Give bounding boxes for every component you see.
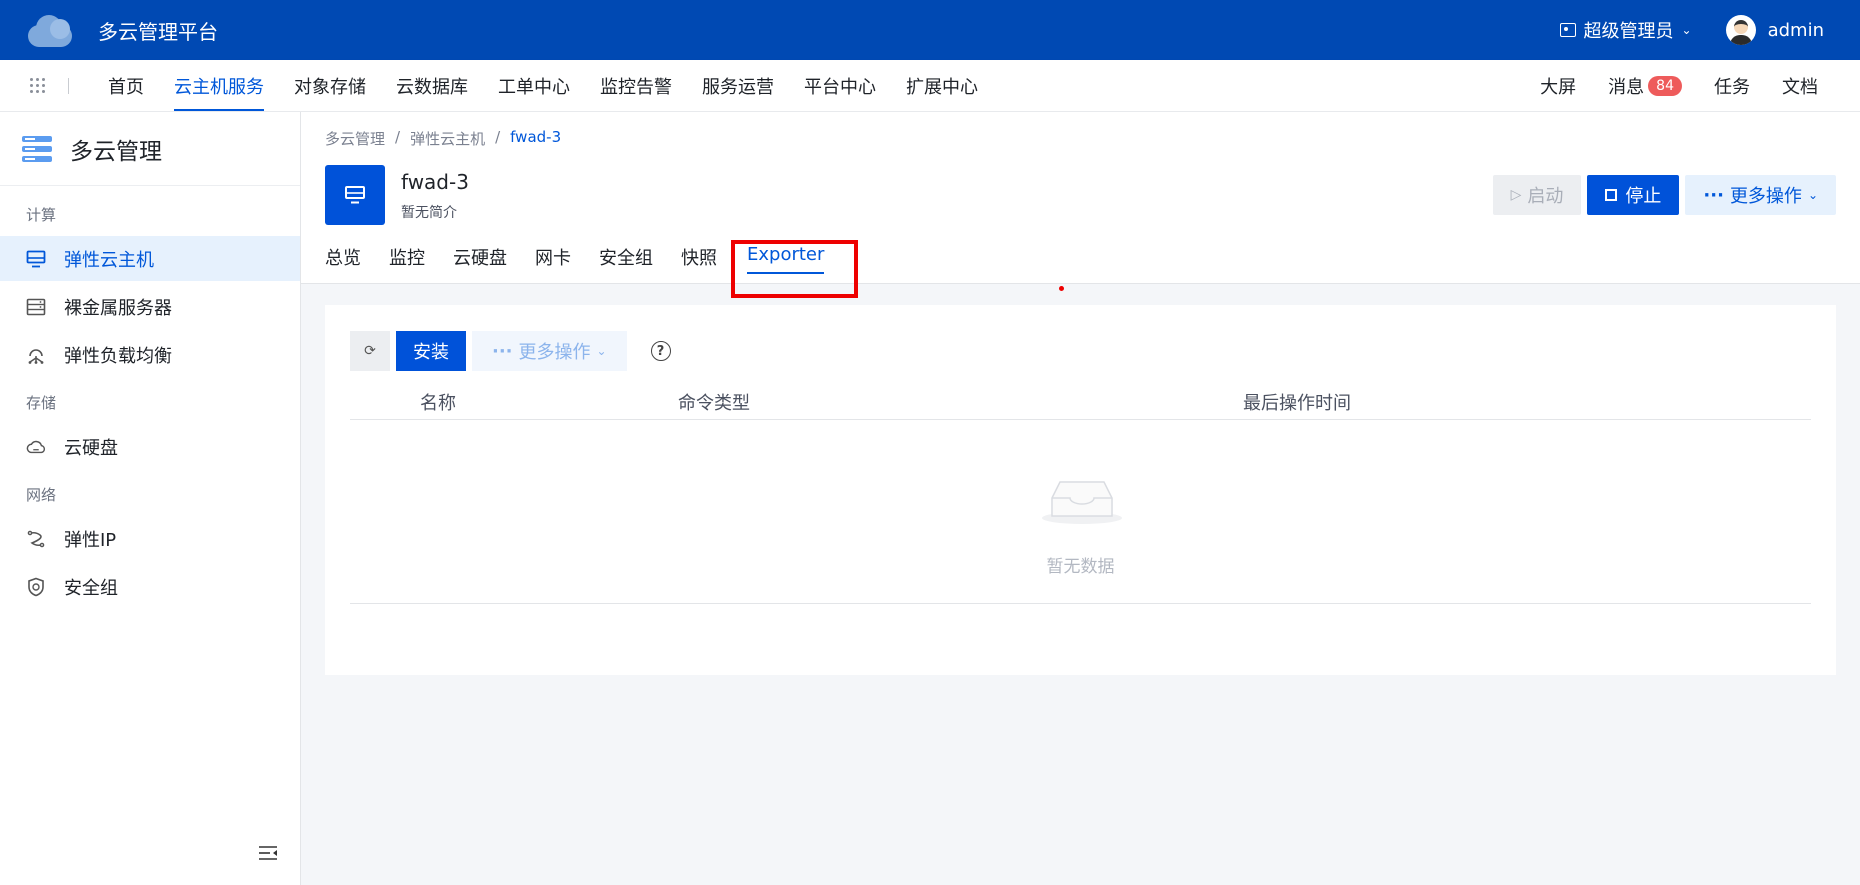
- elastic-ip-icon: [26, 529, 46, 549]
- app-title: 多云管理平台: [98, 19, 218, 44]
- role-label: 超级管理员: [1583, 21, 1674, 42]
- empty-text: 暂无数据: [1046, 557, 1115, 577]
- install-button[interactable]: 安装: [396, 331, 466, 371]
- stop-label: 停止: [1625, 186, 1662, 207]
- sidebar-item-label: 安全组: [64, 577, 118, 599]
- empty-inbox-icon: [1042, 481, 1122, 524]
- nav-item-cloud-database[interactable]: 云数据库: [381, 60, 483, 111]
- refresh-button[interactable]: ⟳: [350, 331, 390, 371]
- chevron-down-icon: ⌄: [1681, 23, 1692, 37]
- sidebar-group-network: 网络: [26, 485, 57, 504]
- tab-nic[interactable]: 网卡: [521, 242, 585, 284]
- column-header-command-type: 命令类型: [678, 393, 750, 414]
- nav-item-tasks[interactable]: 任务: [1698, 73, 1766, 99]
- column-header-last-operated: 最后操作时间: [1243, 393, 1351, 414]
- breadcrumb-separator: /: [395, 128, 401, 146]
- sidebar-item-security-group[interactable]: 安全组: [0, 564, 300, 609]
- cursor-marker: [1059, 286, 1064, 291]
- cloud-logo-icon: [26, 13, 74, 47]
- sidebar: 多云管理 计算 弹性云主机 裸金属服务器 弹性负载均衡 存储 云硬盘 网络 弹性…: [0, 112, 301, 885]
- toolbar-more-label: 更多操作: [518, 342, 591, 363]
- empty-state: 暂无数据: [350, 420, 1811, 604]
- tab-overview[interactable]: 总览: [325, 242, 375, 284]
- highlight-annotation: [731, 240, 858, 298]
- sidebar-item-cloud-disk[interactable]: 云硬盘: [0, 424, 300, 469]
- nav-item-platform-center[interactable]: 平台中心: [789, 60, 891, 111]
- help-icon[interactable]: ?: [650, 341, 671, 361]
- more-actions-button[interactable]: ··· 更多操作 ⌄: [1685, 175, 1836, 215]
- nav-item-object-storage[interactable]: 对象存储: [279, 60, 381, 111]
- collapse-sidebar-icon[interactable]: [258, 845, 278, 861]
- tab-monitoring[interactable]: 监控: [375, 242, 439, 284]
- nav-item-home[interactable]: 首页: [93, 60, 159, 111]
- monitor-icon: [26, 249, 46, 269]
- sidebar-item-label: 弹性云主机: [64, 249, 154, 271]
- table-toolbar: ⟳ 安装 ··· 更多操作 ⌄ ?: [350, 331, 671, 371]
- main-nav: 首页 云主机服务 对象存储 云数据库 工单中心 监控告警 服务运营 平台中心 扩…: [0, 60, 1860, 112]
- nav-item-service-ops[interactable]: 服务运营: [687, 60, 789, 111]
- sidebar-item-elastic-cloud-host[interactable]: 弹性云主机: [0, 236, 300, 281]
- main-content: 多云管理 / 弹性云主机 / fwad-3 fwad-3 暂无简介 ▷ 启动 停…: [301, 112, 1860, 885]
- refresh-icon: ⟳: [364, 343, 376, 359]
- resource-detail-header: 多云管理 / 弹性云主机 / fwad-3 fwad-3 暂无简介 ▷ 启动 停…: [301, 112, 1860, 298]
- breadcrumb: 多云管理 / 弹性云主机 / fwad-3: [325, 128, 561, 149]
- stop-icon: [1605, 189, 1618, 201]
- sidebar-header: 多云管理: [0, 112, 300, 186]
- id-card-icon: [1559, 23, 1576, 37]
- role-switcher[interactable]: 超级管理员 ⌄: [1559, 17, 1692, 43]
- sidebar-group-compute: 计算: [26, 205, 57, 224]
- resource-description: 暂无简介: [401, 205, 457, 221]
- server-icon: [26, 297, 46, 317]
- messages-label: 消息: [1608, 76, 1645, 98]
- load-balancer-icon: [26, 345, 46, 365]
- sidebar-group-storage: 存储: [26, 393, 57, 412]
- nav-divider: [68, 77, 69, 94]
- tab-snapshot[interactable]: 快照: [667, 242, 731, 284]
- breadcrumb-separator: /: [495, 128, 501, 146]
- start-label: 启动: [1527, 186, 1564, 207]
- sidebar-item-label: 裸金属服务器: [64, 297, 172, 319]
- sidebar-item-label: 云硬盘: [64, 437, 118, 459]
- shield-icon: [26, 577, 46, 597]
- sidebar-item-label: 弹性IP: [64, 529, 117, 551]
- start-button[interactable]: ▷ 启动: [1492, 175, 1582, 215]
- sidebar-title: 多云管理: [70, 138, 162, 165]
- sidebar-item-label: 弹性负载均衡: [64, 345, 172, 367]
- toolbar-more-actions-button[interactable]: ··· 更多操作 ⌄: [472, 331, 627, 371]
- sidebar-item-load-balancer[interactable]: 弹性负载均衡: [0, 332, 300, 377]
- chevron-down-icon: ⌄: [1807, 188, 1818, 202]
- more-dots-icon: ···: [492, 340, 513, 362]
- top-bar: 多云管理平台 超级管理员 ⌄ admin: [0, 0, 1860, 60]
- more-dots-icon: ···: [1703, 184, 1724, 206]
- resource-name: fwad-3: [401, 170, 469, 194]
- more-actions-label: 更多操作: [1729, 186, 1802, 207]
- server-stack-icon: [22, 135, 52, 162]
- play-icon: ▷: [1510, 187, 1522, 203]
- breadcrumb-item[interactable]: 多云管理: [325, 128, 385, 149]
- exporter-panel: ⟳ 安装 ··· 更多操作 ⌄ ? 名称 命令类型 最后操作时间 暂无数据: [325, 305, 1836, 675]
- tab-cloud-disk[interactable]: 云硬盘: [439, 242, 521, 284]
- app-grid-icon[interactable]: [30, 77, 46, 94]
- breadcrumb-current: fwad-3: [510, 128, 562, 146]
- tab-security-group[interactable]: 安全组: [585, 242, 667, 284]
- cloud-host-icon: [325, 165, 385, 225]
- nav-item-docs[interactable]: 文档: [1766, 73, 1834, 99]
- table-header: 名称 命令类型 最后操作时间: [350, 377, 1811, 420]
- column-header-name: 名称: [420, 393, 456, 414]
- stop-button[interactable]: 停止: [1587, 175, 1680, 215]
- avatar[interactable]: [1725, 15, 1756, 45]
- nav-item-monitoring[interactable]: 监控告警: [585, 60, 687, 111]
- nav-item-extension-center[interactable]: 扩展中心: [891, 60, 993, 111]
- cloud-disk-icon: [26, 437, 46, 457]
- user-name[interactable]: admin: [1768, 20, 1824, 41]
- message-count-badge: 84: [1648, 75, 1682, 96]
- nav-item-big-screen[interactable]: 大屏: [1524, 73, 1592, 99]
- chevron-down-icon: ⌄: [596, 344, 607, 358]
- breadcrumb-item[interactable]: 弹性云主机: [410, 128, 485, 149]
- sidebar-item-elastic-ip[interactable]: 弹性IP: [0, 516, 300, 561]
- nav-item-messages[interactable]: 消息 84: [1592, 73, 1698, 99]
- nav-item-cloud-host[interactable]: 云主机服务: [159, 60, 279, 111]
- nav-item-ticket-center[interactable]: 工单中心: [483, 60, 585, 111]
- sidebar-item-bare-metal[interactable]: 裸金属服务器: [0, 284, 300, 329]
